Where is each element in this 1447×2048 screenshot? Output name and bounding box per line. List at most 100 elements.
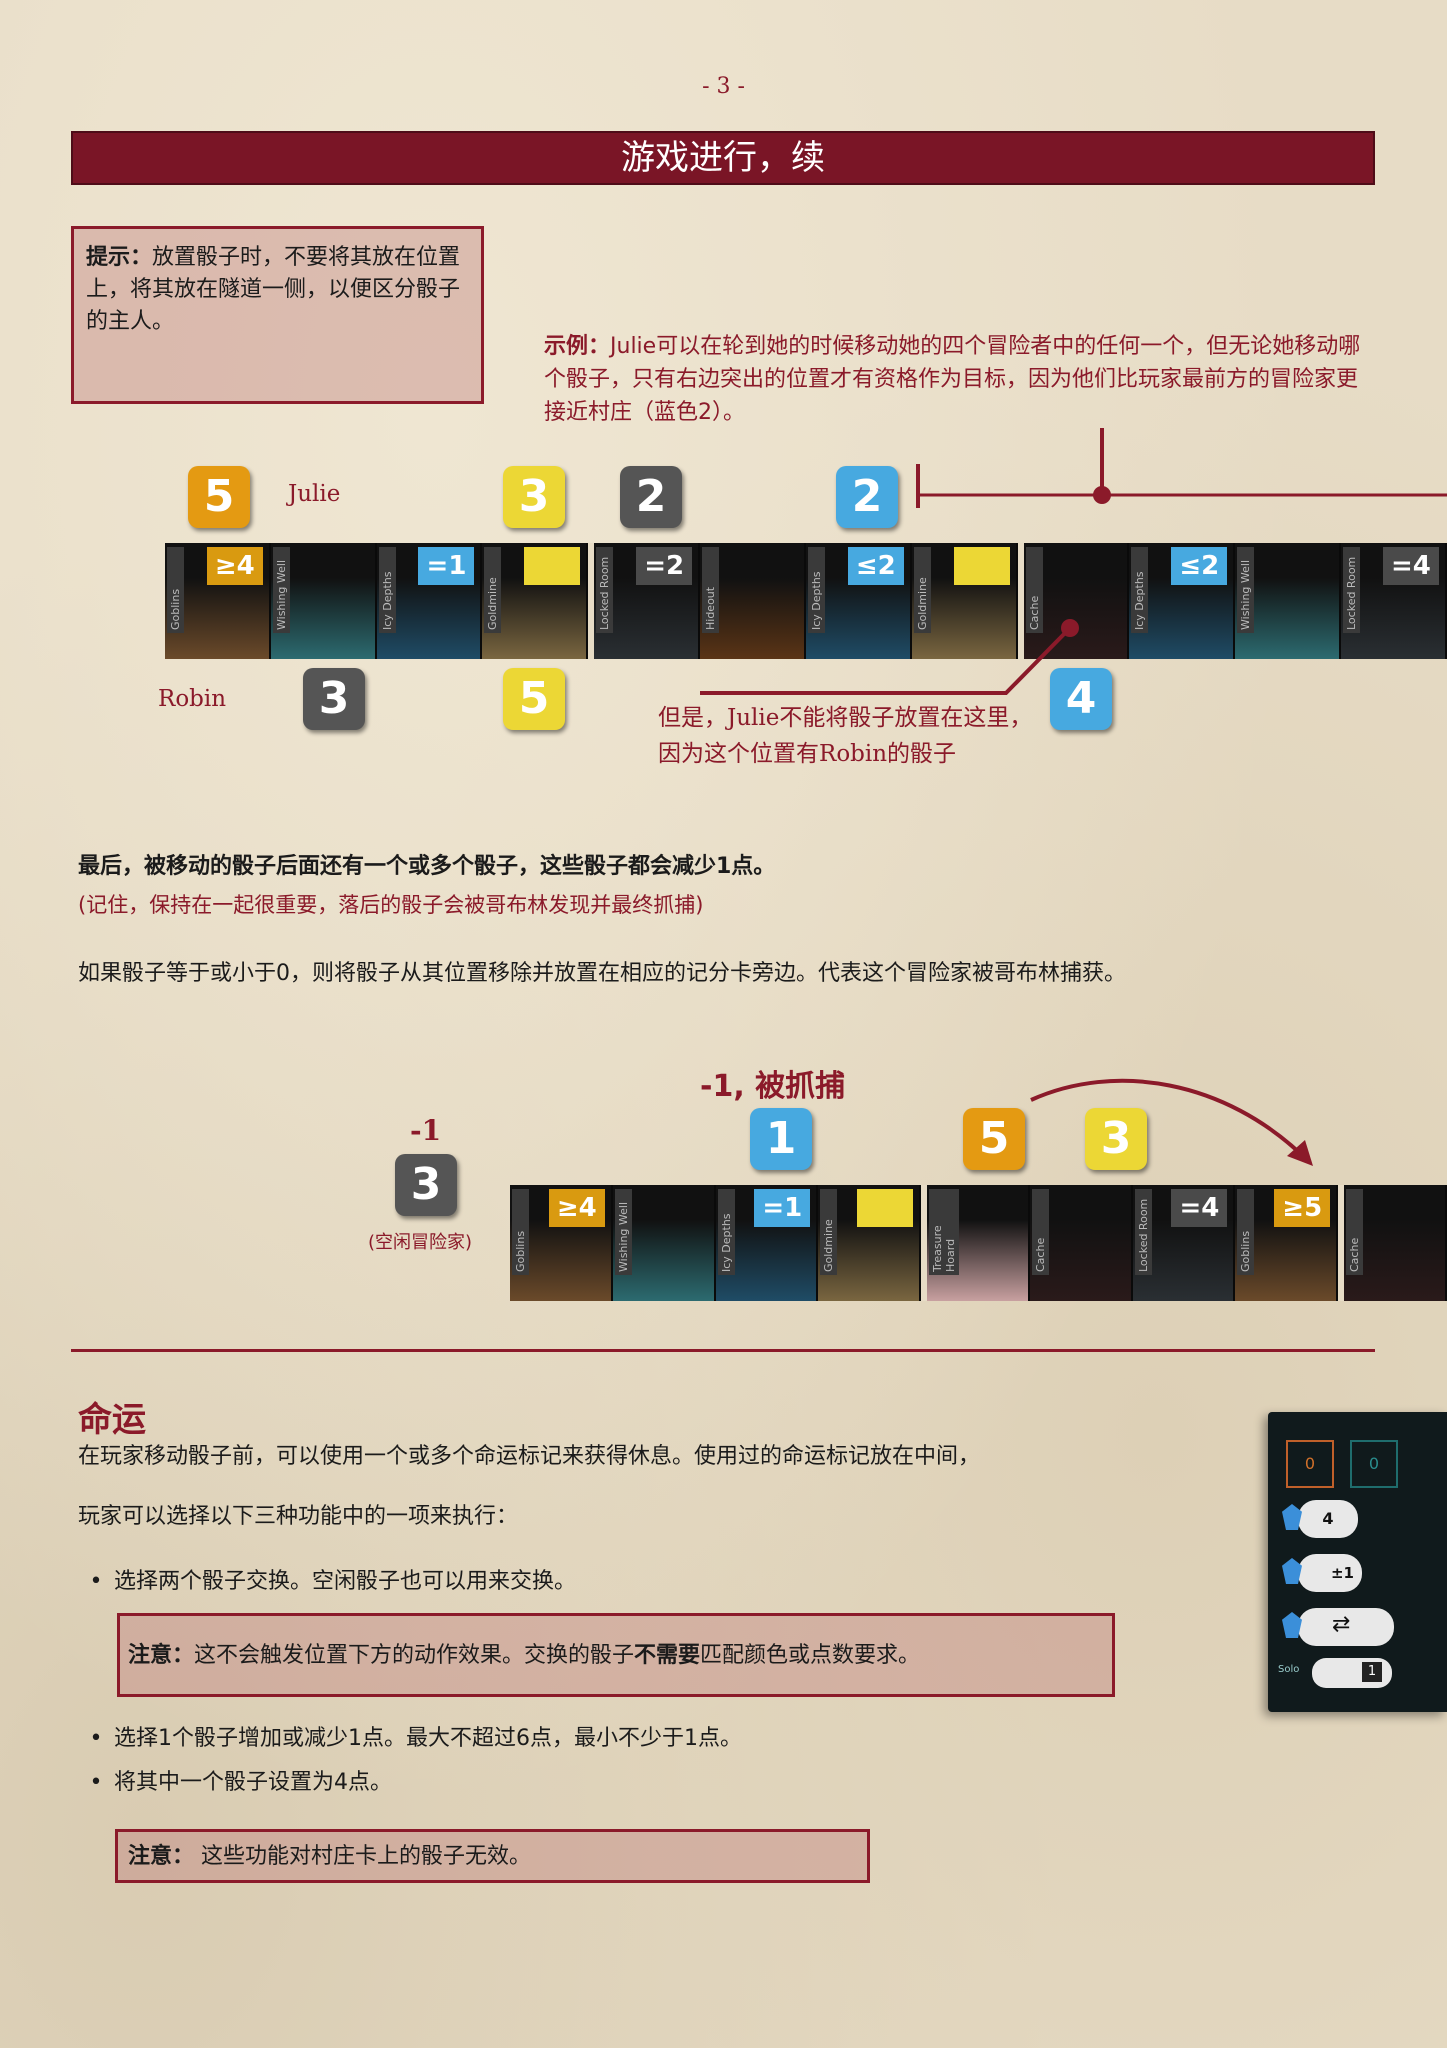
score-box-left: 0 xyxy=(1286,1440,1334,1488)
figure2-caption: -1, 被抓捕 xyxy=(700,1069,846,1104)
location-name: Goldmine xyxy=(820,1189,838,1275)
swap-icon: ⇄ xyxy=(1332,1612,1351,1637)
location-cache: Cache xyxy=(1029,1185,1133,1301)
location-requirement: =4 xyxy=(1382,547,1439,585)
die-julie-2-blue: 2 xyxy=(836,466,898,528)
location-goblins: Goblins ≥4 xyxy=(165,543,271,659)
fate-bullet-set4: 将其中一个骰子设置为4点。 xyxy=(78,1767,392,1799)
die-robin-5: 5 xyxy=(503,668,565,730)
location-requirement: =1 xyxy=(418,547,475,585)
location-name: Wishing Well xyxy=(1237,547,1255,633)
location-goldmine: Goldmine xyxy=(482,543,589,659)
location-name: Wishing Well xyxy=(614,1189,632,1275)
location-name: Goblins xyxy=(512,1189,529,1275)
solo-value: 1 xyxy=(1362,1662,1382,1682)
section-divider xyxy=(71,1349,1375,1352)
location-name: Locked Room xyxy=(596,547,614,633)
bracket-main xyxy=(916,428,1447,508)
die-fig2-5: 5 xyxy=(963,1108,1025,1170)
die-julie-5: 5 xyxy=(188,466,250,528)
callout-pointer xyxy=(700,619,1079,695)
fate-swap-token: ⇄ xyxy=(1298,1608,1394,1646)
page-number: - 3 - xyxy=(702,74,745,99)
location-requirement: =2 xyxy=(636,547,693,585)
player-robin-label: Robin xyxy=(158,686,227,712)
location-locked-room: Locked Room =2 xyxy=(594,543,701,659)
location-name: Goldmine xyxy=(484,547,502,633)
location-name: Icy Depths xyxy=(378,547,396,633)
fate-choose: 玩家可以选择以下三种功能中的一项来执行： xyxy=(78,1504,519,1529)
idle-die-3: 3 xyxy=(395,1154,457,1216)
location-wishing-well: Wishing Well xyxy=(1235,543,1342,659)
location-name: Icy Depths xyxy=(1131,547,1149,633)
note-swap-bold: 不需要 xyxy=(634,1643,701,1668)
die-robin-3: 3 xyxy=(303,668,365,730)
callout-text: 但是，Julie不能将骰子放置在这里，因为这个位置有Robin的骰子 xyxy=(658,705,1033,767)
goldmine-yellow-badge xyxy=(524,547,581,585)
example-text: 示例：Julie可以在轮到她的时候移动她的四个冒险者中的任何一个，但无论她移动哪… xyxy=(544,330,1364,429)
location-locked-room: Locked Room =4 xyxy=(1132,1185,1236,1301)
location-goblins: Goblins ≥4 xyxy=(510,1185,613,1301)
location-treasure-hoard: Treasure Hoard xyxy=(927,1185,1030,1301)
score-box-right: 0 xyxy=(1350,1440,1398,1488)
fate-intro: 在玩家移动骰子前，可以使用一个或多个命运标记来获得休息。使用过的命运标记放在中间… xyxy=(78,1444,981,1469)
rule-bold: 最后，被移动的骰子后面还有一个或多个骰子，这些骰子都会减少1点。 xyxy=(78,854,776,879)
solo-label: Solo xyxy=(1278,1664,1300,1675)
die-julie-2-gray: 2 xyxy=(620,466,682,528)
location-wishing-well: Wishing Well xyxy=(270,543,377,659)
rule-capture: 如果骰子等于或小于0，则将骰子从其位置移除并放置在相应的记分卡旁边。代表这个冒险… xyxy=(78,961,1127,986)
die-julie-3: 3 xyxy=(503,466,565,528)
location-locked-room: Locked Room =4 xyxy=(1341,543,1447,659)
tip-label: 提示： xyxy=(86,245,153,270)
location-icy-depths: Icy Depths ≤2 xyxy=(1129,543,1236,659)
section-title: 游戏进行，续 xyxy=(71,131,1375,185)
example-body: Julie可以在轮到她的时候移动她的四个冒险者中的任何一个，但无论她移动哪个骰子… xyxy=(544,334,1361,425)
location-name: Goblins xyxy=(167,547,184,633)
location-goblins: Goblins ≥5 xyxy=(1235,1185,1339,1301)
location-name: Treasure Hoard xyxy=(929,1189,960,1275)
fate-set4-token: 4 xyxy=(1298,1500,1358,1538)
rule-reminder: (记住，保持在一起很重要，落后的骰子会被哥布林发现并最终抓捕) xyxy=(78,893,704,917)
tunnel-strip-2: Goblins ≥4 Wishing Well Icy Depths =1 Goldmin… xyxy=(510,1185,1447,1301)
note-village-text: 这些功能对村庄卡上的骰子无效。 xyxy=(194,1844,532,1869)
location-name: Icy Depths xyxy=(717,1189,735,1275)
location-requirement: ≥5 xyxy=(1274,1189,1331,1227)
location-requirement: =1 xyxy=(754,1189,811,1227)
note-swap-label: 注意： xyxy=(128,1643,195,1668)
note-swap-pre: 这不会触发位置下方的动作效果。交换的骰子 xyxy=(194,1643,635,1668)
solo-token: 1 xyxy=(1312,1658,1392,1688)
location-name: Locked Room xyxy=(1343,547,1361,633)
note-village: 注意： 这些功能对村庄卡上的骰子无效。 xyxy=(115,1829,870,1883)
goldmine-yellow-badge xyxy=(953,547,1010,585)
note-village-label: 注意： xyxy=(128,1844,195,1869)
example-label: 示例： xyxy=(544,334,611,359)
location-requirement: ≥4 xyxy=(206,547,263,585)
location-requirement: ≥4 xyxy=(548,1189,605,1227)
location-wishing-well: Wishing Well xyxy=(612,1185,716,1301)
location-requirement: ≤2 xyxy=(1171,547,1228,585)
note-swap-post: 匹配颜色或点数要求。 xyxy=(700,1643,921,1668)
fate-adjust-token: ±1 xyxy=(1298,1554,1362,1592)
location-name: Goblins xyxy=(1237,1189,1255,1275)
idle-minus: -1 xyxy=(410,1114,442,1147)
goldmine-yellow-badge xyxy=(857,1189,914,1227)
location-icy-depths: Icy Depths =1 xyxy=(376,543,483,659)
location-requirement: ≤2 xyxy=(847,547,904,585)
location-name: Locked Room xyxy=(1134,1189,1152,1275)
location-name: Cache xyxy=(1031,1189,1049,1275)
location-goldmine: Goldmine xyxy=(818,1185,922,1301)
location-cache: Cache xyxy=(1344,1185,1447,1301)
note-swap: 注意：这不会触发位置下方的动作效果。交换的骰子不需要匹配颜色或点数要求。 xyxy=(117,1613,1115,1697)
location-requirement: =4 xyxy=(1171,1189,1228,1227)
player-julie-label: Julie xyxy=(288,481,341,507)
move-arrow xyxy=(1030,1078,1313,1166)
fate-heading: 命运 xyxy=(78,1400,146,1440)
location-icy-depths: Icy Depths =1 xyxy=(715,1185,819,1301)
fate-bullet-adjust: 选择1个骰子增加或减少1点。最大不超过6点，最小不少于1点。 xyxy=(78,1723,742,1755)
location-name: Wishing Well xyxy=(272,547,290,633)
tip-box: 提示：放置骰子时，不要将其放在位置上，将其放在隧道一侧，以便区分骰子的主人。 xyxy=(71,226,484,404)
fate-bullet-swap: 选择两个骰子交换。空闲骰子也可以用来交换。 xyxy=(78,1566,576,1598)
score-card: 0 0 4 ±1 ⇄ Solo 1 xyxy=(1268,1412,1447,1712)
location-name: Cache xyxy=(1346,1189,1364,1275)
die-fig2-1: 1 xyxy=(750,1108,812,1170)
